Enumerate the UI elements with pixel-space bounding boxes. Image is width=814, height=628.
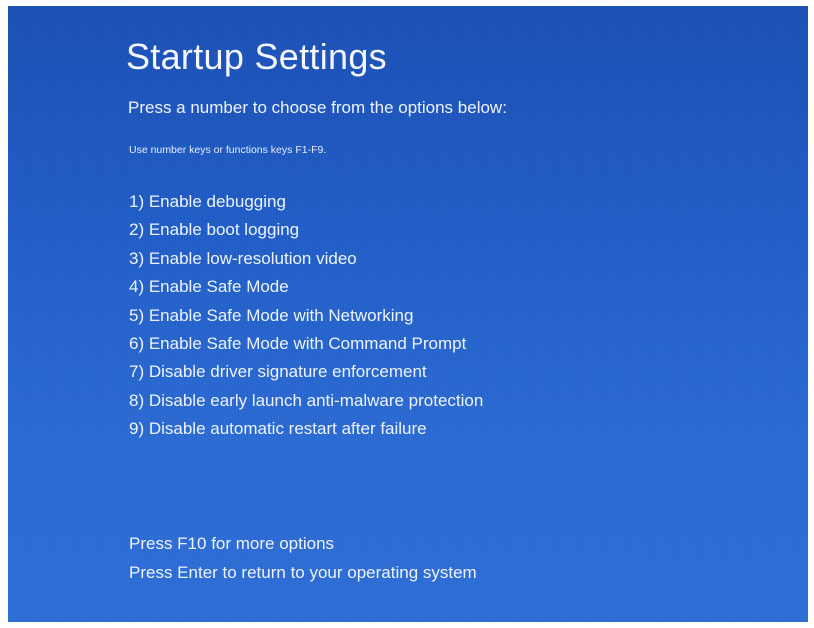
option-enable-debugging[interactable]: 1) Enable debugging	[129, 188, 483, 216]
option-enable-safe-mode-networking[interactable]: 5) Enable Safe Mode with Networking	[129, 302, 483, 330]
key-hint-text: Use number keys or functions keys F1-F9.	[129, 144, 327, 156]
startup-settings-screen: Startup Settings Press a number to choos…	[8, 6, 808, 622]
option-enable-low-resolution-video[interactable]: 3) Enable low-resolution video	[129, 245, 483, 273]
more-options-prompt[interactable]: Press F10 for more options	[129, 530, 477, 559]
return-to-os-prompt[interactable]: Press Enter to return to your operating …	[129, 559, 477, 588]
footer-instructions: Press F10 for more options Press Enter t…	[129, 530, 477, 587]
startup-options-list: 1) Enable debugging 2) Enable boot loggi…	[129, 188, 483, 444]
instruction-text: Press a number to choose from the option…	[128, 98, 507, 117]
option-enable-boot-logging[interactable]: 2) Enable boot logging	[129, 216, 483, 244]
page-title: Startup Settings	[126, 36, 387, 77]
option-enable-safe-mode-command-prompt[interactable]: 6) Enable Safe Mode with Command Prompt	[129, 330, 483, 358]
option-disable-driver-signature-enforcement[interactable]: 7) Disable driver signature enforcement	[129, 358, 483, 386]
option-disable-automatic-restart[interactable]: 9) Disable automatic restart after failu…	[129, 415, 483, 443]
option-disable-early-launch-anti-malware[interactable]: 8) Disable early launch anti-malware pro…	[129, 387, 483, 415]
option-enable-safe-mode[interactable]: 4) Enable Safe Mode	[129, 273, 483, 301]
